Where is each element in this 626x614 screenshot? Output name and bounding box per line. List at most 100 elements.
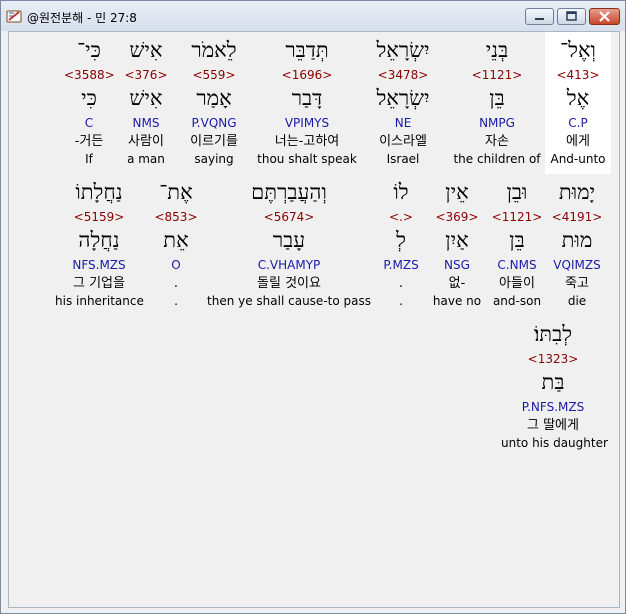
strong-number[interactable]: <5159> <box>55 210 143 224</box>
hebrew-word: יִשְׂרָאֵל <box>376 38 430 62</box>
word-column[interactable]: אֵין <369> אַיִן NSG 없- have no <box>431 179 483 311</box>
lemma-word: נַחֲלָה <box>78 228 120 252</box>
hebrew-word: אֶת־ <box>159 180 193 204</box>
english-gloss: his inheritance <box>55 294 144 308</box>
hebrew-word: יָמוּת <box>558 180 596 204</box>
strong-number[interactable]: <413> <box>545 68 611 82</box>
morph-code: VQIMZS <box>553 258 601 272</box>
maximize-icon <box>566 11 577 21</box>
word-column[interactable]: בְּנֵי <1121> בֵּן NMPG 자손 the children … <box>451 37 543 169</box>
lemma-word: דָּבַר <box>291 86 323 110</box>
strong-number[interactable]: <5674> <box>205 210 373 224</box>
word-column-selected[interactable]: וְאֶל־ <413> אֶל C.P 에게 And-unto <box>545 32 611 174</box>
strong-number[interactable]: <559> <box>181 68 247 82</box>
lemma-word: אַיִן <box>445 228 469 252</box>
lemma-word: לְ <box>396 228 406 252</box>
korean-gloss: . <box>173 276 179 291</box>
word-column[interactable]: יָמוּת <4191> מוּת VQIMZS 죽고 die <box>549 179 605 311</box>
hebrew-word: תְּדַבֵּר <box>285 38 329 62</box>
strong-number[interactable]: <.> <box>381 210 421 224</box>
close-icon <box>599 11 610 22</box>
word-column[interactable]: נַחֲלָתוֹ <5159> נַחֲלָה NFS.MZS 그 기업을 h… <box>55 179 144 311</box>
morph-code: NMS <box>132 116 160 130</box>
morph-code: NFS.MZS <box>72 258 126 272</box>
english-gloss: have no <box>432 294 482 308</box>
morph-code: P.VQNG <box>191 116 237 130</box>
korean-gloss: 아들이 <box>499 276 535 291</box>
english-gloss: thou shalt speak <box>257 152 357 166</box>
word-column[interactable]: אִישׁ <376> אִישׁ NMS 사람이 a man <box>121 37 171 169</box>
word-column[interactable]: תְּדַבֵּר <1696> דָּבַר VPIMYS 너는-고하여 th… <box>255 37 359 169</box>
strong-number[interactable]: <1323> <box>501 352 605 366</box>
english-gloss: . <box>399 294 403 308</box>
hebrew-word: כִּי־ <box>77 38 101 62</box>
word-column[interactable]: לְבִתּוֹ׃ <1323> בַּת P.NFS.MZS 그 딸에게 un… <box>501 321 608 453</box>
hebrew-word: וְהַעֲבַרְתֶּם <box>251 180 327 204</box>
english-gloss: die <box>567 294 587 308</box>
strong-number[interactable]: <1121> <box>489 210 545 224</box>
english-gloss: then ye shall cause-to pass <box>207 294 371 308</box>
lemma-word: אֵת <box>163 228 189 252</box>
lemma-word: אֶל <box>566 86 590 110</box>
korean-gloss: 이스라엘 <box>379 134 427 149</box>
korean-gloss: 사람이 <box>128 134 164 149</box>
hebrew-word: בְּנֵי <box>485 38 509 62</box>
strong-number[interactable]: <3588> <box>64 68 115 82</box>
english-gloss: Israel <box>386 152 420 166</box>
word-column[interactable]: וּבֵן <1121> בֵּן C.NMS 아들이 and-son <box>489 179 545 311</box>
korean-gloss: 너는-고하여 <box>274 134 340 149</box>
morph-code: C.P <box>568 116 588 130</box>
book-icon <box>6 10 22 23</box>
hebrew-word: נַחֲלָתוֹ <box>75 180 123 204</box>
morph-code: C <box>84 116 94 130</box>
english-gloss: And-unto <box>550 152 606 166</box>
word-column[interactable]: לֵאמֹר <559> אָמַר P.VQNG 이르기를 saying <box>181 37 247 169</box>
strong-number[interactable]: <1696> <box>255 68 359 82</box>
hebrew-word: אִישׁ <box>129 38 163 62</box>
app-window: @원전분해 - 민 27:8 כִּי־ <3588> כִּי C -거든 I… <box>0 0 626 614</box>
analysis-panel: כִּי־ <3588> כִּי C -거든 If אִישׁ <376> א… <box>8 31 620 608</box>
strong-number[interactable]: <369> <box>431 210 483 224</box>
korean-gloss: 죽고 <box>565 276 589 291</box>
english-gloss: and-son <box>492 294 542 308</box>
english-gloss: saying <box>194 152 234 166</box>
strong-number[interactable]: <1121> <box>451 68 543 82</box>
korean-gloss: 이르기를 <box>190 134 238 149</box>
korean-gloss: 돌릴 것이요 <box>257 276 321 291</box>
word-column[interactable]: יִשְׂרָאֵל <3478> יִשְׂרָאֵל NE 이스라엘 Isr… <box>367 37 439 169</box>
word-column[interactable]: וְהַעֲבַרְתֶּם <5674> עָבַר C.VHAMYP 돌릴 … <box>205 179 373 311</box>
hebrew-word: לוֹ <box>393 180 409 204</box>
word-column[interactable]: אֶת־ <853> אֵת O . . <box>151 179 201 311</box>
lemma-word: אָמַר <box>196 86 232 110</box>
korean-gloss: 자손 <box>485 134 509 149</box>
strong-number[interactable]: <3478> <box>367 68 439 82</box>
strong-number[interactable]: <853> <box>151 210 201 224</box>
morph-code: VPIMYS <box>284 116 330 130</box>
morph-code: P.NFS.MZS <box>521 400 585 414</box>
strong-number[interactable]: <376> <box>121 68 171 82</box>
morph-code: P.MZS <box>383 258 419 272</box>
morph-code: C.NMS <box>497 258 537 272</box>
hebrew-word: וְאֶל־ <box>560 38 596 62</box>
minimize-icon <box>535 18 544 20</box>
lemma-word: בַּת <box>541 370 565 394</box>
hebrew-word: וּבֵן <box>506 180 528 204</box>
minimize-button[interactable] <box>525 8 554 25</box>
lemma-word: אִישׁ <box>129 86 163 110</box>
title-bar[interactable]: @원전분해 - 민 27:8 <box>1 1 625 31</box>
lemma-word: כִּי <box>81 86 97 110</box>
english-gloss: the children of <box>453 152 541 166</box>
korean-gloss: 그 기업을 <box>73 276 125 291</box>
korean-gloss: . <box>398 276 404 291</box>
morph-code: NMPG <box>479 116 515 130</box>
word-column[interactable]: כִּי־ <3588> כִּי C -거든 If <box>64 37 115 169</box>
maximize-button[interactable] <box>557 8 586 25</box>
strong-number[interactable]: <4191> <box>549 210 605 224</box>
lemma-word: בֵּן <box>489 86 505 110</box>
english-gloss: . <box>174 294 178 308</box>
close-button[interactable] <box>589 8 620 25</box>
korean-gloss: 에게 <box>566 134 590 149</box>
morph-code: NE <box>394 116 412 130</box>
word-column[interactable]: לוֹ <.> לְ P.MZS . . <box>381 179 421 311</box>
korean-gloss: 없- <box>448 276 466 291</box>
